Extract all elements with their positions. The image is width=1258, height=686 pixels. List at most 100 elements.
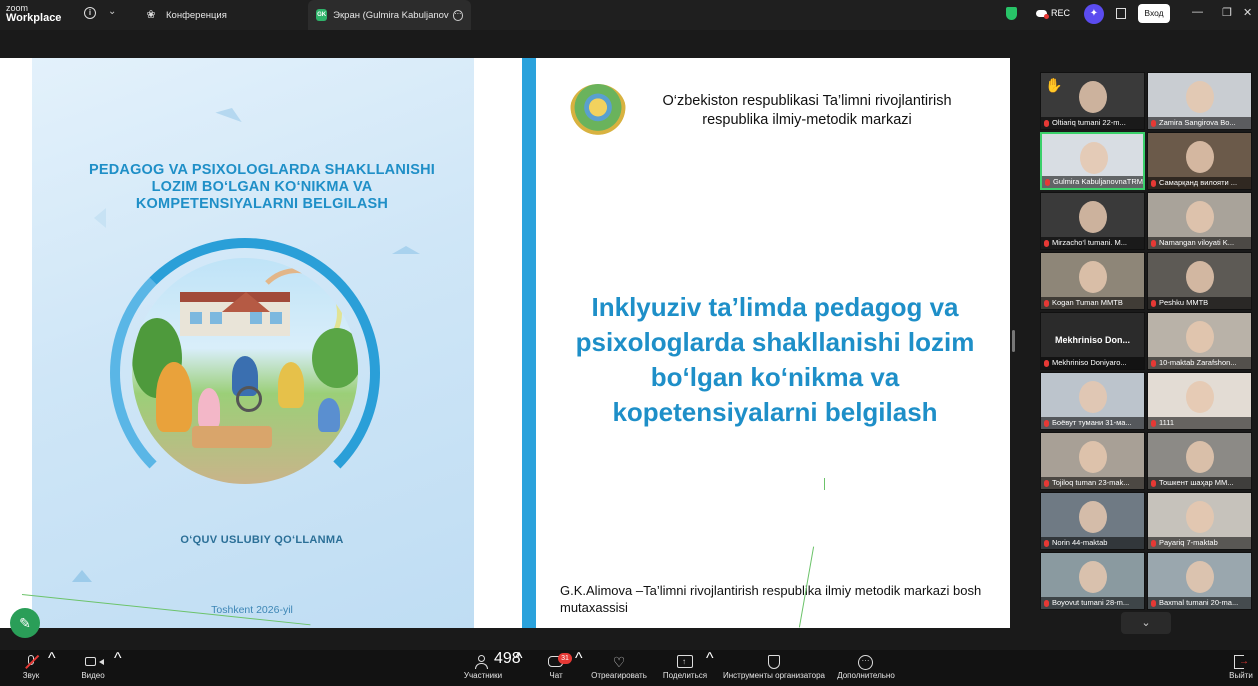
participant-tile[interactable]: Тошкент шаҳар ММ... xyxy=(1147,432,1252,490)
mic-muted-icon xyxy=(1044,419,1049,427)
participant-tile[interactable]: Mekhriniso Don... Mekhriniso Doniyaro... xyxy=(1040,312,1145,370)
video-button[interactable]: Видео xyxy=(76,650,110,686)
participant-tile[interactable]: Norin 44-maktab xyxy=(1040,492,1145,550)
participant-video xyxy=(1186,321,1214,353)
meeting-toolbar: Звук ^ Видео ^ Участники 498 ^ 31 Чат ^ … xyxy=(0,650,1258,686)
participant-name-label: Payariq 7-maktab xyxy=(1148,537,1251,549)
participant-tile[interactable]: Peshku MMTB xyxy=(1147,252,1252,310)
more-dots-icon: ··· xyxy=(858,655,874,670)
participant-tile[interactable]: Боёвут тумани 31-ма... xyxy=(1040,372,1145,430)
security-shield-icon[interactable] xyxy=(1006,7,1017,20)
video-options-caret[interactable]: ^ xyxy=(114,650,122,668)
participant-name-label: Kogan Tuman MMTB xyxy=(1041,297,1144,309)
react-button[interactable]: ♡ Отреагировать xyxy=(588,650,650,686)
participant-tile[interactable]: Kogan Tuman MMTB xyxy=(1040,252,1145,310)
participant-name-label: 10-maktab Zarafshon... xyxy=(1148,357,1251,369)
participant-video xyxy=(1079,501,1107,533)
book-title: PEDAGOG VA PSIXOLOGLARDA SHAKLLANISHI LO… xyxy=(88,162,436,212)
participant-tile[interactable]: Gulmira KabuljanovnaTRM xyxy=(1040,132,1145,190)
participant-name-label: Самарқанд вилояти ... xyxy=(1148,177,1251,189)
mic-muted-icon xyxy=(1151,479,1156,487)
mic-muted-icon xyxy=(1151,599,1156,607)
participant-video xyxy=(1186,201,1214,233)
state-emblem xyxy=(570,84,626,136)
annotate-pen-icon[interactable]: ✎ xyxy=(10,608,40,638)
ai-companion-icon[interactable]: ✦ xyxy=(1084,4,1104,24)
participant-video xyxy=(1079,561,1107,593)
participant-tile[interactable]: 1111 xyxy=(1147,372,1252,430)
participant-tile[interactable]: Mirzacho‘l tumani. M... xyxy=(1040,192,1145,250)
tab-screen-share[interactable]: GK Экран (Gulmira KabuljanovnaTRM ⋯ xyxy=(308,0,471,30)
participant-tile[interactable]: Boyovut tumani 28-m... xyxy=(1040,552,1145,610)
chevron-down-icon[interactable]: ⌄ xyxy=(108,6,116,17)
participant-tile[interactable]: Zamira Sangirova Bo... xyxy=(1147,72,1252,130)
decor-triangle xyxy=(215,93,249,123)
close-icon[interactable]: ✕ xyxy=(1243,6,1252,19)
child-figure xyxy=(198,388,220,428)
panel-splitter-handle[interactable] xyxy=(1012,330,1015,352)
share-options-caret[interactable]: ^ xyxy=(706,650,714,668)
cloud-record-icon xyxy=(1036,9,1049,19)
table xyxy=(192,426,272,448)
audio-options-caret[interactable]: ^ xyxy=(48,650,56,668)
participant-name-label: Mirzacho‘l tumani. M... xyxy=(1041,237,1144,249)
audio-button[interactable]: Звук xyxy=(14,650,48,686)
window xyxy=(190,312,202,324)
view-layout-icon[interactable] xyxy=(1116,8,1126,19)
host-tools-button[interactable]: Инструменты организатора xyxy=(720,650,828,686)
more-button[interactable]: ··· Дополнительно xyxy=(834,650,898,686)
participant-video xyxy=(1186,81,1214,113)
mic-muted-icon xyxy=(1044,239,1049,247)
participant-tile[interactable]: ✋ Oltiariq tumani 22-m... xyxy=(1040,72,1145,130)
heart-icon: ♡ xyxy=(612,654,626,670)
more-icon[interactable]: ⋯ xyxy=(452,9,463,21)
participant-display-name: Mekhriniso Don... xyxy=(1054,335,1130,345)
participants-options-caret[interactable]: ^ xyxy=(515,650,523,668)
title-bar: zoom Workplace i ⌄ ❀ Конференция GK Экра… xyxy=(0,0,1258,30)
chat-button[interactable]: 31 Чат xyxy=(542,650,572,686)
gallery-scroll-down-icon[interactable]: ⌄ xyxy=(1121,612,1171,634)
participant-name-label: 1111 xyxy=(1148,417,1251,429)
participant-name: 10-maktab Zarafshon... xyxy=(1159,358,1237,367)
participant-tile[interactable]: Самарқанд вилояти ... xyxy=(1147,132,1252,190)
leave-button[interactable]: → Выйти xyxy=(1226,650,1256,686)
share-button[interactable]: ↑ Поделиться xyxy=(660,650,710,686)
participant-tile[interactable]: Tojiloq tuman 23-mak... xyxy=(1040,432,1145,490)
react-label: Отреагировать xyxy=(591,671,647,680)
participant-video xyxy=(1080,142,1108,174)
participant-video xyxy=(1186,141,1214,173)
leave-icon: → xyxy=(1233,655,1249,669)
chat-unread-badge: 31 xyxy=(558,653,572,664)
participant-video xyxy=(1186,441,1214,473)
annotation-stroke xyxy=(824,478,825,490)
enter-button[interactable]: Вход xyxy=(1138,4,1170,23)
participant-tile[interactable]: Payariq 7-maktab xyxy=(1147,492,1252,550)
participant-name-label: Боёвут тумани 31-ма... xyxy=(1041,417,1144,429)
participant-name: Mekhriniso Doniyaro... xyxy=(1052,358,1127,367)
video-label: Видео xyxy=(81,671,105,680)
participant-tile[interactable]: Namangan viloyati K... xyxy=(1147,192,1252,250)
participant-name: Zamira Sangirova Bo... xyxy=(1159,118,1236,127)
shared-screen: PEDAGOG VA PSIXOLOGLARDA SHAKLLANISHI LO… xyxy=(0,58,1010,628)
tab-conference[interactable]: ❀ Конференция xyxy=(136,0,306,30)
audio-label: Звук xyxy=(22,671,40,680)
mic-muted-icon xyxy=(1151,419,1156,427)
participant-name-label: Mekhriniso Doniyaro... xyxy=(1041,357,1144,369)
restore-icon[interactable]: ❐ xyxy=(1222,6,1232,19)
participant-name: Тошкент шаҳар ММ... xyxy=(1159,478,1234,487)
participant-name: 1111 xyxy=(1159,418,1175,427)
recording-indicator[interactable]: REC xyxy=(1036,8,1070,19)
participant-name: Oltiariq tumani 22-m... xyxy=(1052,118,1126,127)
minimize-icon[interactable]: — xyxy=(1192,6,1203,18)
participant-name-label: Тошкент шаҳар ММ... xyxy=(1148,477,1251,489)
chat-options-caret[interactable]: ^ xyxy=(575,650,583,668)
chat-bubble-icon: 31 xyxy=(548,653,572,669)
decor-triangle xyxy=(392,238,420,254)
info-icon[interactable]: i xyxy=(84,7,96,19)
chat-label: Чат xyxy=(549,671,563,680)
participant-tile[interactable]: 10-maktab Zarafshon... xyxy=(1147,312,1252,370)
participant-name: Peshku MMTB xyxy=(1159,298,1209,307)
shield-tools-icon xyxy=(766,655,782,669)
participant-tile[interactable]: Baxmal tumani 20-ma... xyxy=(1147,552,1252,610)
participant-video xyxy=(1186,501,1214,533)
